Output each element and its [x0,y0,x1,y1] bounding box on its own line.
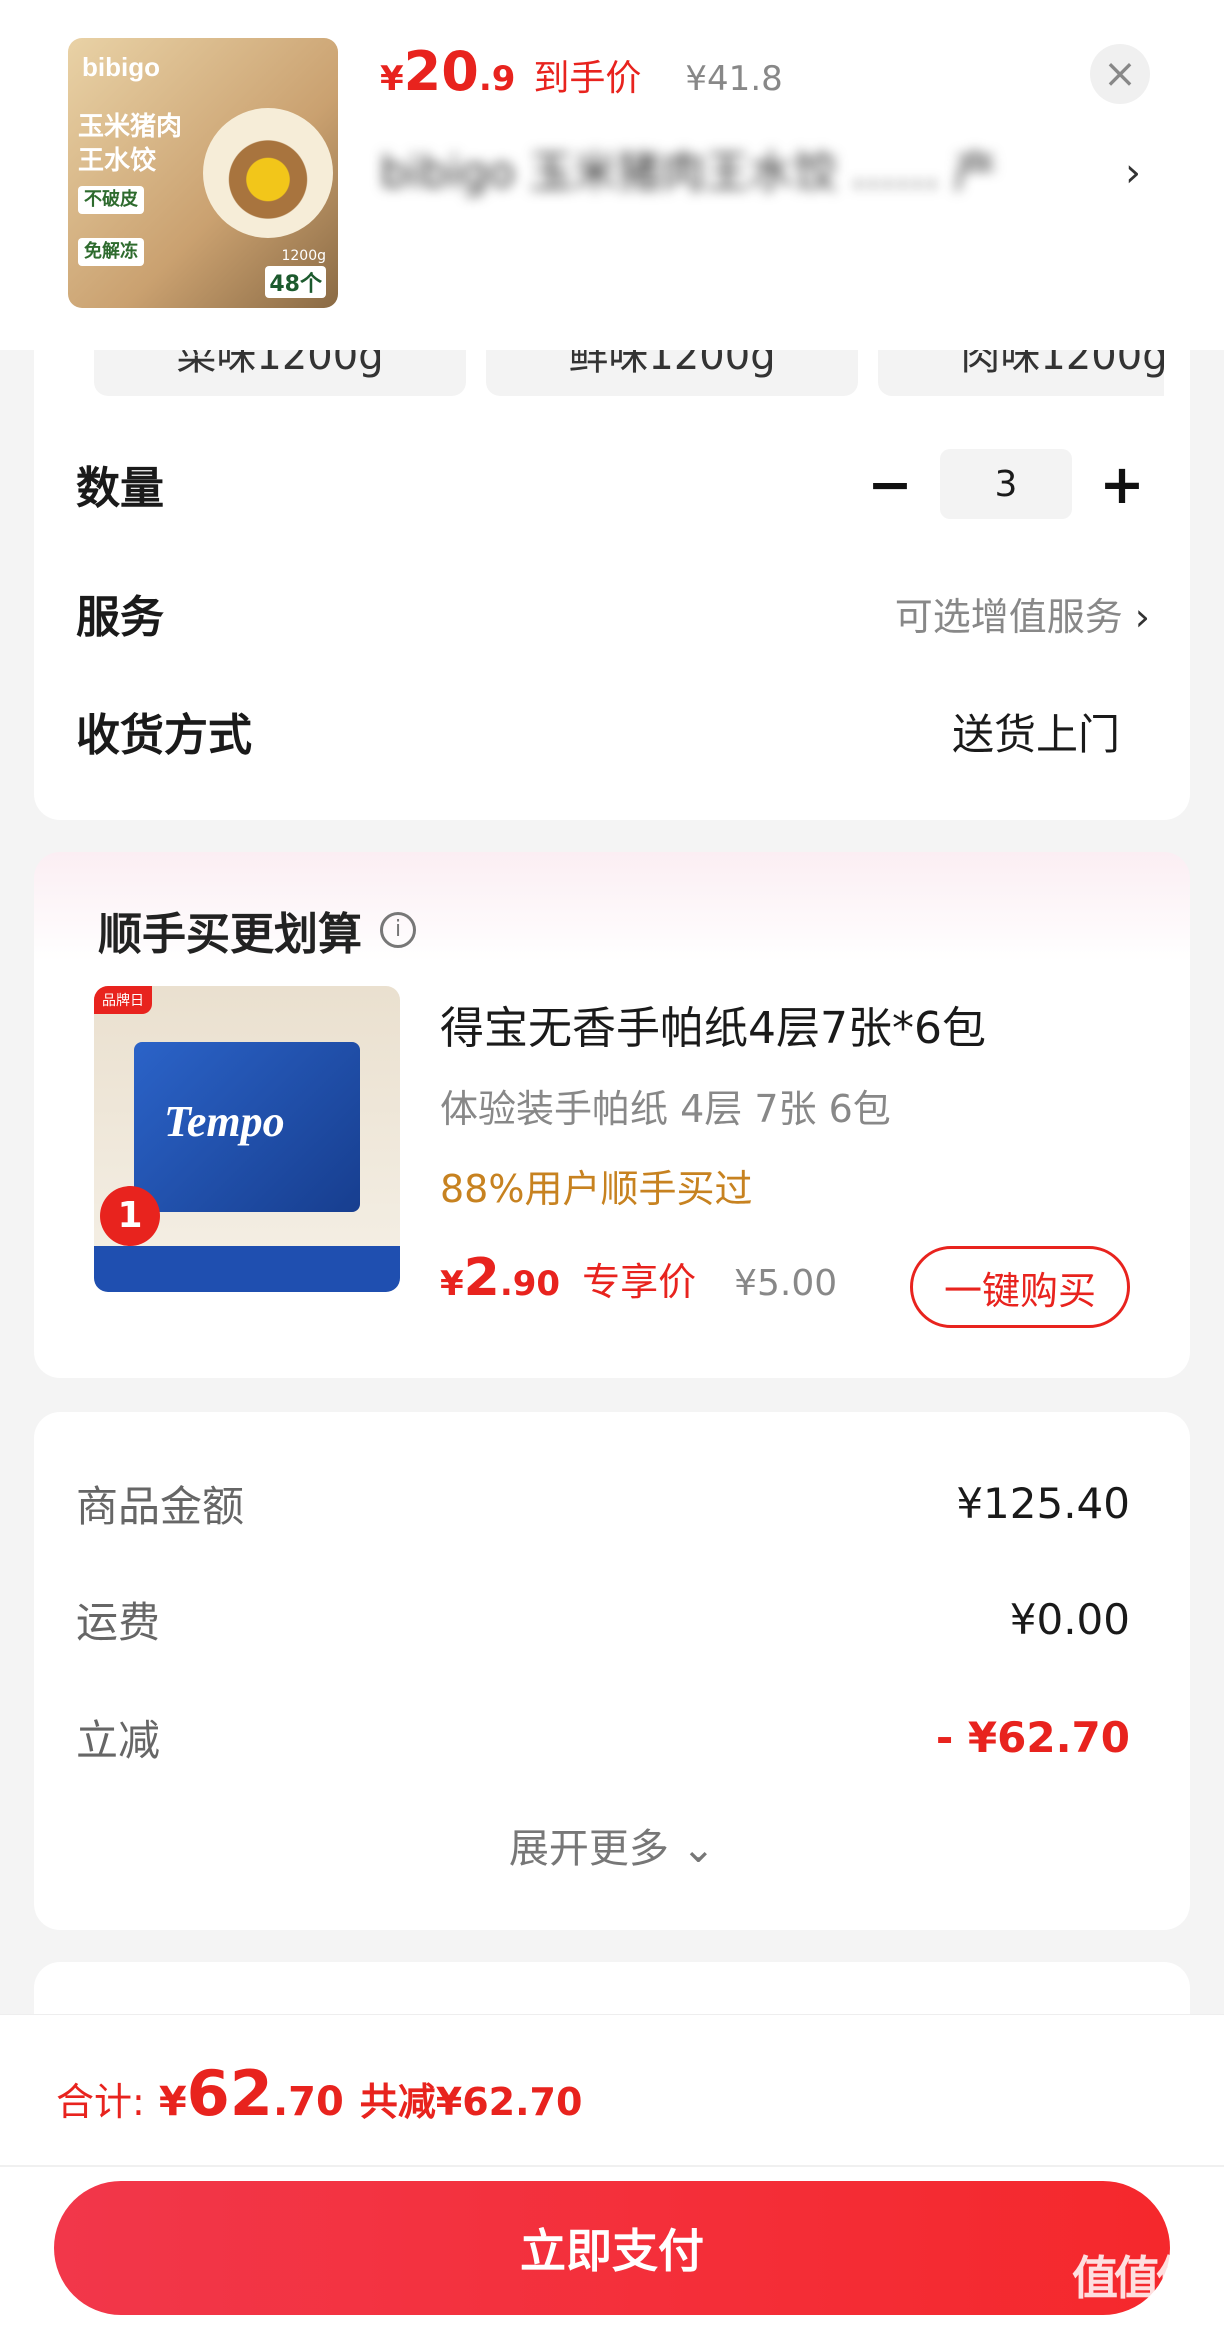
original-price: ¥41.8 [685,59,783,99]
chevron-right-icon: › [1134,594,1150,639]
service-value: 可选增值服务 › [894,594,1150,639]
image-badge: 1 [100,1186,160,1246]
thumbnail-tag: 不破皮 [78,186,144,214]
divider [0,2165,1224,2167]
summary-card: 商品金额 ¥125.40 运费 ¥0.00 立减 - ¥62.70 展开更多 ⌄ [34,1412,1190,1930]
info-icon[interactable]: i [380,912,416,948]
service-row[interactable]: 服务 可选增值服务 › [76,578,1150,648]
close-button[interactable]: × [1090,44,1150,104]
addon-price: ¥2.90 [440,1248,561,1308]
image-strip [94,1246,400,1292]
product-title[interactable]: bibigo 玉米猪肉王水饺 …… 产 [380,146,1080,256]
checkout-bar: 合计: ¥62.70 共减¥62.70 立即支付 [0,2014,1224,2329]
addon-title: 顺手买更划算 i [98,898,416,962]
brand-logo: bibigo [82,52,160,82]
spec-option[interactable]: 鲜味1200g [486,350,858,396]
total-amount: ¥62 [158,2057,273,2130]
spec-list: 菜味1200g 鲜味1200g 肉味1200g [94,350,1164,400]
dumpling-image [203,108,333,238]
price-row: ¥20.9 到手价 ¥41.8 [380,40,783,103]
delivery-value: 送货上门 [951,709,1120,759]
quantity-label: 数量 [76,463,164,514]
tempo-logo: Tempo [164,1097,285,1146]
quantity-input[interactable]: 3 [940,449,1072,519]
image-corner-tag: 品牌日 [94,986,152,1014]
addon-original-price: ¥5.00 [734,1263,838,1304]
spec-option[interactable]: 肉味1200g [878,350,1164,396]
watermark: 值值值 zhizhizhi.com [1072,2251,1202,2329]
one-click-buy-button[interactable]: 一键购买 [910,1246,1130,1328]
spec-option[interactable]: 菜味1200g [94,350,466,396]
chevron-right-icon[interactable]: › [1125,150,1141,196]
close-icon: × [1103,51,1137,97]
summary-row: 运费 ¥0.00 [76,1594,1130,1647]
summary-row: 商品金额 ¥125.40 [76,1478,1130,1531]
product-thumbnail[interactable]: bibigo 玉米猪肉 王水饺 不破皮 免解冻 1200g 48个 [68,38,338,308]
product-header: bibigo 玉米猪肉 王水饺 不破皮 免解冻 1200g 48个 ¥20.9 到… [0,0,1224,350]
quantity-row: 数量 − 3 + [76,444,1150,524]
expand-more-button[interactable]: 展开更多 ⌄ [34,1816,1190,1874]
addon-card: 顺手买更划算 i 品牌日 Tempo 1 得宝无香手帕纸4层7张*6包 体验装手… [34,852,1190,1378]
final-price-label: 到手价 [533,58,642,99]
thumbnail-tag: 免解冻 [78,238,144,266]
minus-button[interactable]: − [862,453,918,516]
total-saving: 共减¥62.70 [359,2080,583,2124]
addon-product-image[interactable]: 品牌日 Tempo 1 [94,986,400,1292]
thumbnail-size: 1200g 48个 [265,248,326,298]
addon-product-sub: 体验装手帕纸 4层 7张 6包 [440,1087,891,1131]
options-card: 菜味1200g 鲜味1200g 肉味1200g 数量 − 3 + 服务 可选增值… [34,350,1190,820]
summary-row: 立减 - ¥62.70 [76,1712,1130,1765]
delivery-row[interactable]: 收货方式 送货上门 [76,696,1150,766]
addon-bought-text: 88%用户顺手买过 [440,1167,753,1211]
addon-price-label: 专享价 [582,1260,697,1304]
plus-button[interactable]: + [1094,453,1150,516]
final-price: ¥20.9 [380,40,516,103]
total-decimal: .70 [272,2079,344,2125]
total-label: 合计: [56,2080,145,2124]
service-label: 服务 [76,592,164,643]
thumbnail-title: 玉米猪肉 王水饺 [78,112,183,176]
total-row: 合计: ¥62.70 共减¥62.70 [56,2057,582,2130]
addon-price-row: ¥2.90 专享价 ¥5.00 [440,1248,837,1308]
pay-now-button[interactable]: 立即支付 [54,2181,1170,2315]
quantity-stepper: − 3 + [862,449,1150,519]
addon-product-name[interactable]: 得宝无香手帕纸4层7张*6包 [440,992,986,1056]
delivery-label: 收货方式 [76,710,252,761]
